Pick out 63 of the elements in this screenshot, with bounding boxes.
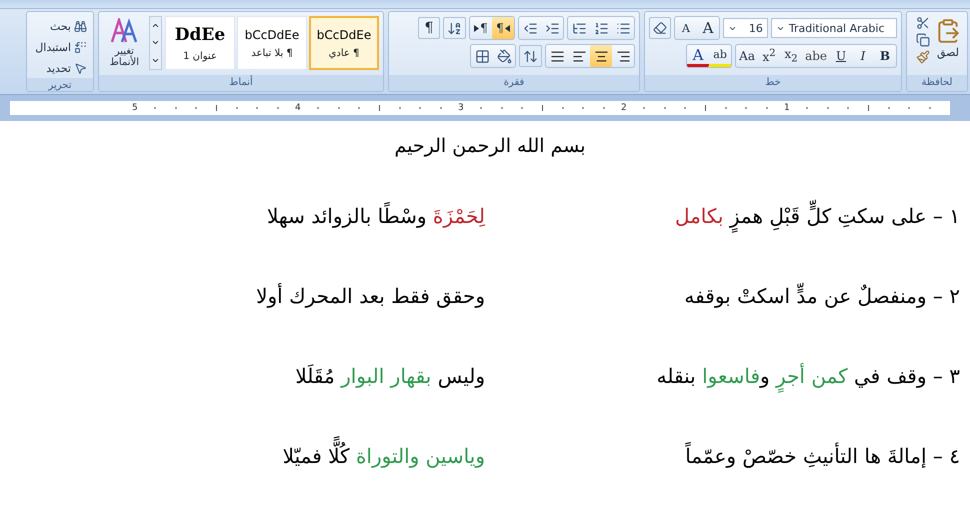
paste-button[interactable]: لصق: [933, 16, 963, 61]
grow-font-button[interactable]: A: [697, 17, 719, 39]
verse-line: وياسين والتوراة كُلًّا فميّلا: [0, 437, 485, 475]
verse-line: وليس بقهار البوار مُقَلَلا: [294, 363, 485, 390]
sort-icon: [447, 20, 462, 36]
line-spacing-icon: [523, 48, 538, 64]
format-button[interactable]: B: [874, 45, 896, 67]
replace-icon: [74, 40, 87, 54]
align-icon: [616, 48, 630, 64]
bullet-list-icon: [616, 20, 630, 36]
verse-line: وحقق فقط بعد المحرك أولا: [255, 282, 485, 310]
group-label: فقرة: [389, 75, 639, 91]
sort-button[interactable]: [443, 17, 466, 39]
text-direction-button[interactable]: ¶: [492, 17, 514, 39]
align-button[interactable]: [590, 45, 612, 67]
verse-line: ١ – على سكتِ كلٍّ قَبْلِ همزٍ بكامل: [485, 197, 960, 235]
verse-line: لِحَمْزَةَ وسْطًا بالزوائد سهلا: [266, 201, 485, 230]
clear-formatting-button[interactable]: [649, 17, 671, 39]
align-icon: [572, 48, 586, 64]
shrink-font-button[interactable]: A: [675, 17, 697, 39]
paint-bucket-icon: [496, 48, 512, 64]
find-button[interactable]: بحث: [31, 16, 89, 36]
paintbrush-icon: [916, 50, 930, 64]
format-button[interactable]: x$_{2}$: [780, 45, 802, 67]
binoculars-icon: [74, 20, 87, 32]
replace-button[interactable]: استبدال: [31, 37, 89, 57]
indent-icon: [544, 20, 560, 36]
format-button[interactable]: I: [852, 45, 874, 67]
outdent-icon: [522, 20, 538, 36]
document-title: بسم الله الرحمن الرحيم: [394, 135, 586, 157]
align-icon: [550, 48, 564, 64]
multilevel-list-icon: [572, 20, 586, 36]
verse-line: ٤ – إمالةَ ها التأنيثِ خصّصْ وعمّماً: [684, 441, 960, 470]
select-button[interactable]: تحديد: [31, 58, 89, 78]
right-triangle-icon: [474, 24, 480, 32]
eraser-icon: [653, 21, 667, 35]
format-button[interactable]: U: [830, 45, 852, 67]
format-button[interactable]: x$^{2}$: [758, 45, 780, 67]
group-label: لحافظة: [907, 75, 967, 91]
change-styles-button[interactable]: تغيير الأنماط: [103, 16, 146, 70]
left-triangle-icon: [504, 24, 510, 32]
font-size-field[interactable]: 16: [723, 18, 768, 38]
show-marks-button[interactable]: ¶: [418, 17, 440, 39]
numbered-list-icon: [594, 20, 608, 36]
group-label: خط: [645, 75, 901, 91]
line-spacing-button[interactable]: [519, 45, 542, 67]
group-label: أنماط: [99, 75, 383, 91]
align-icon: [594, 48, 608, 64]
verse-line: ٣ – وقف في كمن أجرٍ وفاسعوا بنقله: [485, 357, 960, 395]
format-button[interactable]: Aa: [736, 45, 758, 67]
text-direction-button[interactable]: ¶: [470, 17, 492, 39]
scissors-icon: [916, 16, 930, 30]
font-color-button[interactable]: A: [687, 45, 710, 67]
pointer-icon: [74, 62, 87, 74]
border-grid-icon: [474, 48, 490, 64]
copy-icon: [916, 33, 930, 47]
format-button[interactable]: abe: [802, 45, 830, 67]
styles-icon: [110, 18, 138, 44]
group-label: تحرير: [27, 78, 93, 91]
highlight-button[interactable]: ab: [709, 45, 732, 67]
gallery-scroller[interactable]: [148, 16, 162, 70]
verse-line: ٢ – ومنفصلٌ عن مدٍّ اسكتْ بوقفه: [683, 282, 960, 310]
font-name-field[interactable]: Traditional Arabic: [770, 18, 897, 38]
